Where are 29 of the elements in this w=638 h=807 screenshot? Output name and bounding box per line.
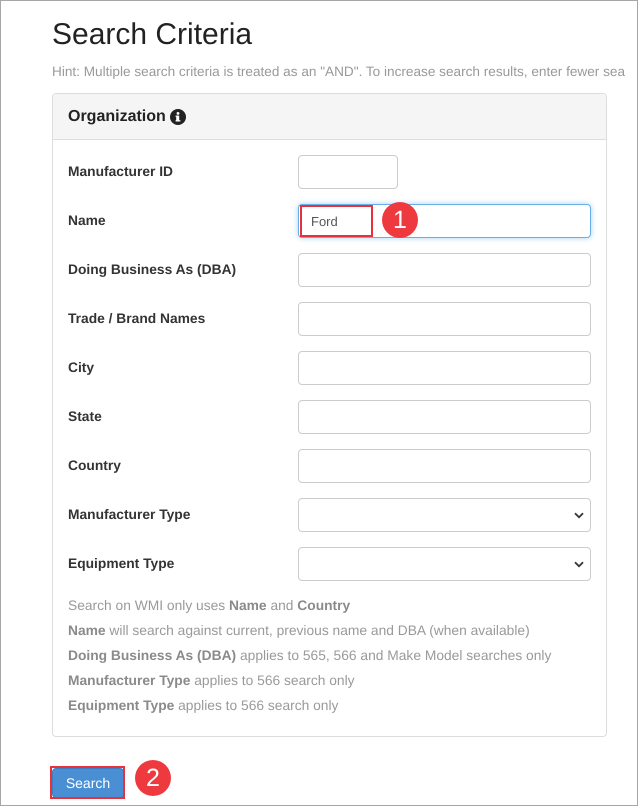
field-label: Doing Business As (DBA) xyxy=(68,262,236,277)
help-note: Name will search against current, previous name and DBA (when available) xyxy=(68,622,530,640)
field-label: Country xyxy=(68,458,121,473)
help-note: Doing Business As (DBA) applies to 565, 566 and Make Model searches only xyxy=(68,647,552,666)
field-label: City xyxy=(68,360,94,375)
info-icon[interactable] xyxy=(170,108,186,124)
field-label: Equipment Type xyxy=(68,556,174,571)
field-label: Manufacturer Type xyxy=(68,507,190,522)
text-field[interactable] xyxy=(298,400,591,434)
text-field[interactable] xyxy=(298,449,591,483)
page-title: Search Criteria xyxy=(52,18,252,51)
chevron-down-icon xyxy=(574,560,584,568)
hint-text: Hint: Multiple search criteria is treated as an "AND". To increase search results, enter fewer sea xyxy=(52,63,626,80)
field-label: State xyxy=(68,409,102,424)
panel-title: Organization xyxy=(68,106,166,126)
text-field[interactable] xyxy=(298,302,591,336)
field-label: Trade / Brand Names xyxy=(68,311,206,326)
field-label: Name xyxy=(68,213,106,228)
text-field[interactable] xyxy=(298,351,591,385)
select-field[interactable] xyxy=(298,547,591,581)
callout-number: 2 xyxy=(135,760,171,796)
text-field[interactable] xyxy=(298,155,398,189)
select-field[interactable] xyxy=(298,498,591,532)
chevron-down-icon xyxy=(574,512,584,518)
help-note: Search on WMI only uses Name and Country xyxy=(68,597,350,616)
text-field[interactable] xyxy=(298,253,591,287)
help-note: Manufacturer Type applies to 566 search only xyxy=(68,672,355,690)
help-note: Equipment Type applies to 566 search only xyxy=(68,697,338,716)
field-label: Manufacturer ID xyxy=(68,164,174,179)
